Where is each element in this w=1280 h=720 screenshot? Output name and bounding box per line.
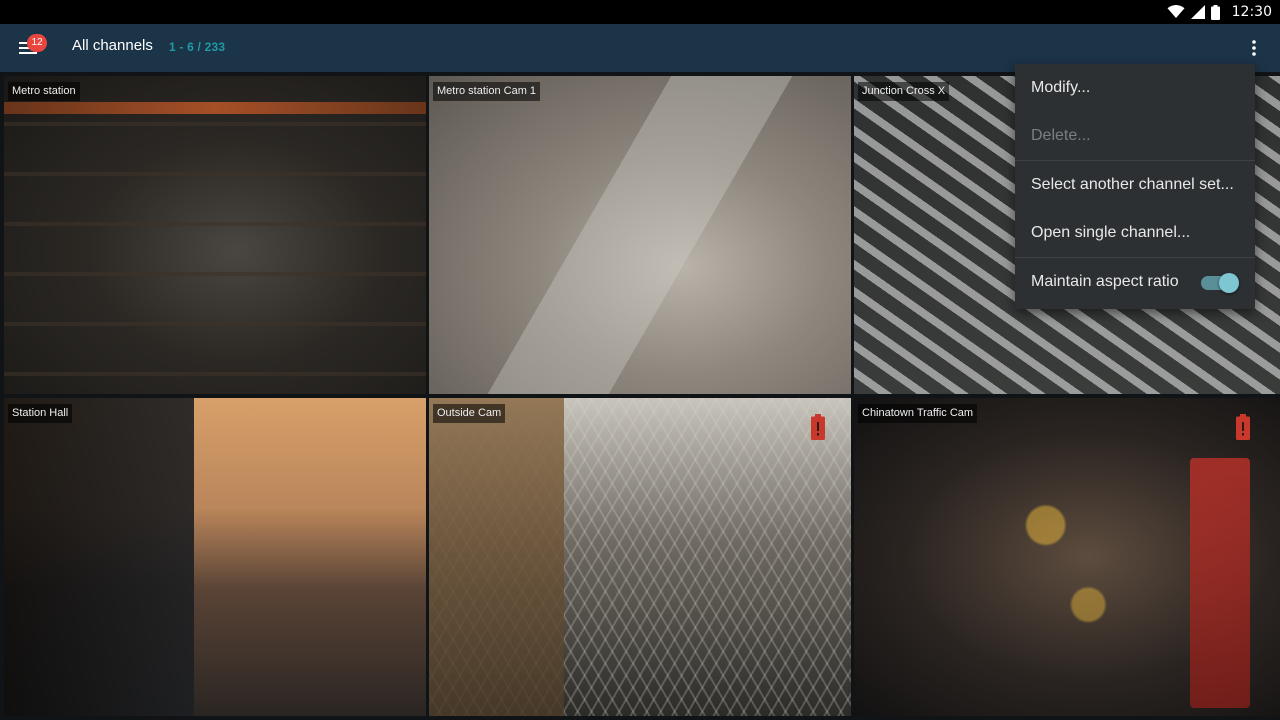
toggle-thumb (1219, 273, 1239, 293)
battery-alert-icon (811, 414, 825, 440)
menu-item-modify[interactable]: Modify... (1015, 64, 1255, 112)
overflow-menu-button[interactable] (1242, 36, 1266, 60)
menu-item-open-single-channel[interactable]: Open single channel... (1015, 209, 1255, 257)
channel-tile-metro-station-cam-1[interactable]: Metro station Cam 1 (429, 76, 851, 394)
channel-label: Chinatown Traffic Cam (858, 404, 978, 423)
menu-item-delete: Delete... (1031, 127, 1091, 144)
status-icons: 12:30 (1167, 0, 1272, 24)
channel-label: Junction Cross X (858, 82, 950, 101)
menu-item-label: Maintain aspect ratio (1031, 273, 1179, 290)
menu-item-maintain-aspect-ratio[interactable]: Maintain aspect ratio (1015, 258, 1255, 306)
channel-tile-station-hall[interactable]: Station Hall (4, 398, 426, 716)
channel-tile-metro-station[interactable]: Metro station (4, 76, 426, 394)
status-bar: 12:30 (0, 0, 1280, 24)
channel-tile-chinatown-traffic-cam[interactable]: Chinatown Traffic Cam (854, 398, 1280, 716)
menu-item-select-channel-set[interactable]: Select another channel set... (1015, 161, 1255, 209)
more-vert-icon (1252, 40, 1256, 56)
camera-feed-image (429, 76, 851, 394)
aspect-ratio-toggle[interactable] (1201, 273, 1239, 293)
page-title: All channels (72, 37, 153, 54)
battery-alert-icon (1236, 414, 1250, 440)
signal-icon (1190, 5, 1205, 19)
channel-label: Outside Cam (433, 404, 506, 423)
camera-feed-image (854, 398, 1280, 716)
battery-icon (1210, 4, 1220, 20)
overflow-menu: Modify... Delete... Select another chann… (1015, 64, 1255, 309)
status-time: 12:30 (1231, 4, 1272, 20)
channel-label: Metro station (8, 82, 80, 101)
wifi-icon (1167, 5, 1185, 18)
channel-label: Station Hall (8, 404, 73, 423)
channel-range: 1 - 6 / 233 (169, 40, 226, 54)
camera-feed-image (4, 398, 426, 716)
camera-feed-image (429, 398, 851, 716)
notification-badge: 12 (27, 34, 47, 52)
channel-tile-outside-cam[interactable]: Outside Cam (429, 398, 851, 716)
camera-feed-image (4, 76, 426, 394)
channel-label: Metro station Cam 1 (433, 82, 541, 101)
